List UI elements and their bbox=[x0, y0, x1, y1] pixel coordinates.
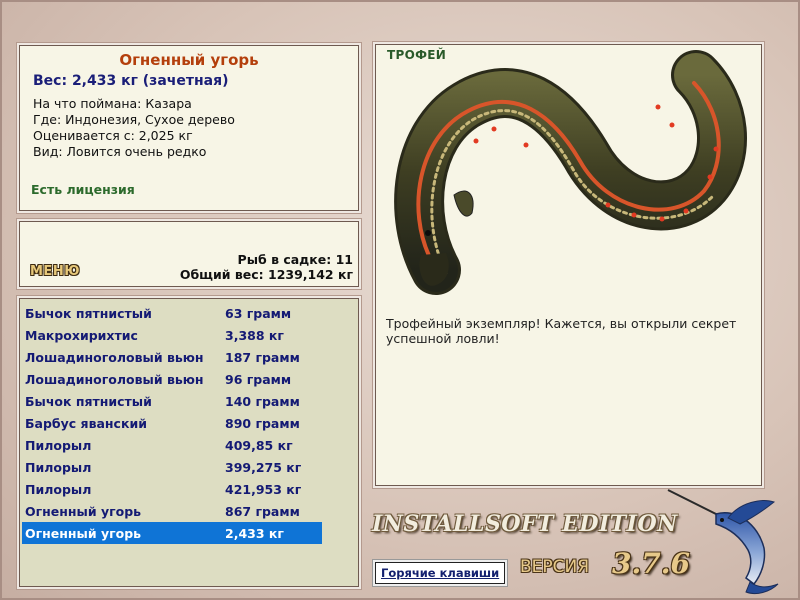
list-item[interactable]: Макрохирихтис 3,388 кг bbox=[22, 324, 322, 346]
catch-info-panel: Огненный угорь Вес: 2,433 кг (зачетная) … bbox=[19, 45, 359, 211]
total-weight: Общий вес: 1239,142 кг bbox=[179, 267, 353, 282]
marlin-icon bbox=[667, 489, 779, 595]
place-info: Где: Индонезия, Сухое дерево bbox=[33, 112, 235, 127]
fish-name: Лошадиноголовый вьюн bbox=[25, 372, 204, 387]
fish-name: Бычок пятнистый bbox=[25, 306, 152, 321]
fish-name: Пилорыл bbox=[25, 482, 92, 497]
fish-name: Огненный угорь bbox=[25, 504, 142, 519]
fish-name: Огненный угорь bbox=[25, 526, 142, 541]
fish-name: Барбус яванский bbox=[25, 416, 147, 431]
fish-weight: Вес: 2,433 кг (зачетная) bbox=[33, 73, 229, 89]
fish-weight-cell: 421,953 кг bbox=[225, 482, 302, 497]
trophy-panel: ТРОФЕЙ Трофейный экземпляр! Кажется, вы … bbox=[375, 44, 762, 486]
fish-title: Огненный угорь bbox=[119, 51, 259, 69]
list-item[interactable]: Пилорыл 421,953 кг bbox=[22, 478, 322, 500]
bait-info: На что поймана: Казара bbox=[33, 96, 192, 111]
list-item[interactable]: Лошадиноголовый вьюн 187 грамм bbox=[22, 346, 322, 368]
fish-weight-cell: 140 грамм bbox=[225, 394, 300, 409]
fish-name: Пилорыл bbox=[25, 438, 92, 453]
rarity-info: Вид: Ловится очень редко bbox=[33, 144, 207, 159]
fish-name: Макрохирихтис bbox=[25, 328, 138, 343]
fish-weight-cell: 867 грамм bbox=[225, 504, 300, 519]
price-info: Оценивается с: 2,025 кг bbox=[33, 128, 193, 143]
fish-name: Пилорыл bbox=[25, 460, 92, 475]
fish-weight-cell: 187 грамм bbox=[225, 350, 300, 365]
fish-weight-cell: 399,275 кг bbox=[225, 460, 302, 475]
list-item[interactable]: Пилорыл 399,275 кг bbox=[22, 456, 322, 478]
list-item[interactable]: Лошадиноголовый вьюн 96 грамм bbox=[22, 368, 322, 390]
list-item[interactable]: Бычок пятнистый 140 грамм bbox=[22, 390, 322, 412]
list-item[interactable]: Бычок пятнистый 63 грамм bbox=[22, 302, 322, 324]
list-item[interactable]: Огненный угорь 2,433 кг bbox=[22, 522, 322, 544]
list-item[interactable]: Барбус яванский 890 грамм bbox=[22, 412, 322, 434]
fish-weight-cell: 409,85 кг bbox=[225, 438, 293, 453]
edition-logo: INSTALLSOFT EDITION bbox=[372, 511, 678, 537]
fish-name: Лошадиноголовый вьюн bbox=[25, 350, 204, 365]
trophy-description: Трофейный экземпляр! Кажется, вы открыли… bbox=[386, 316, 737, 346]
list-item[interactable]: Пилорыл 409,85 кг bbox=[22, 434, 322, 456]
license-status: Есть лицензия bbox=[31, 182, 135, 197]
list-item[interactable]: Огненный угорь 867 грамм bbox=[22, 500, 322, 522]
fish-weight-cell: 2,433 кг bbox=[225, 526, 284, 541]
keepnet-list[interactable]: Бычок пятнистый 63 грамм Макрохирихтис 3,38… bbox=[19, 298, 359, 587]
fish-count: Рыб в садке: 11 bbox=[237, 252, 353, 267]
hotkeys-button[interactable]: Горячие клавиши bbox=[375, 562, 506, 584]
fish-weight-cell: 63 грамм bbox=[225, 306, 292, 321]
version-label: ВЕРСИЯ bbox=[520, 557, 590, 577]
fish-weight-cell: 3,388 кг bbox=[225, 328, 284, 343]
fish-name: Бычок пятнистый bbox=[25, 394, 152, 409]
fish-weight-cell: 96 грамм bbox=[225, 372, 292, 387]
fire-eel-icon bbox=[394, 50, 747, 295]
keepnet-stats-panel: МЕНЮ Рыб в садке: 11 Общий вес: 1239,142… bbox=[19, 221, 359, 287]
fish-weight-cell: 890 грамм bbox=[225, 416, 300, 431]
menu-button[interactable]: МЕНЮ bbox=[30, 264, 80, 279]
